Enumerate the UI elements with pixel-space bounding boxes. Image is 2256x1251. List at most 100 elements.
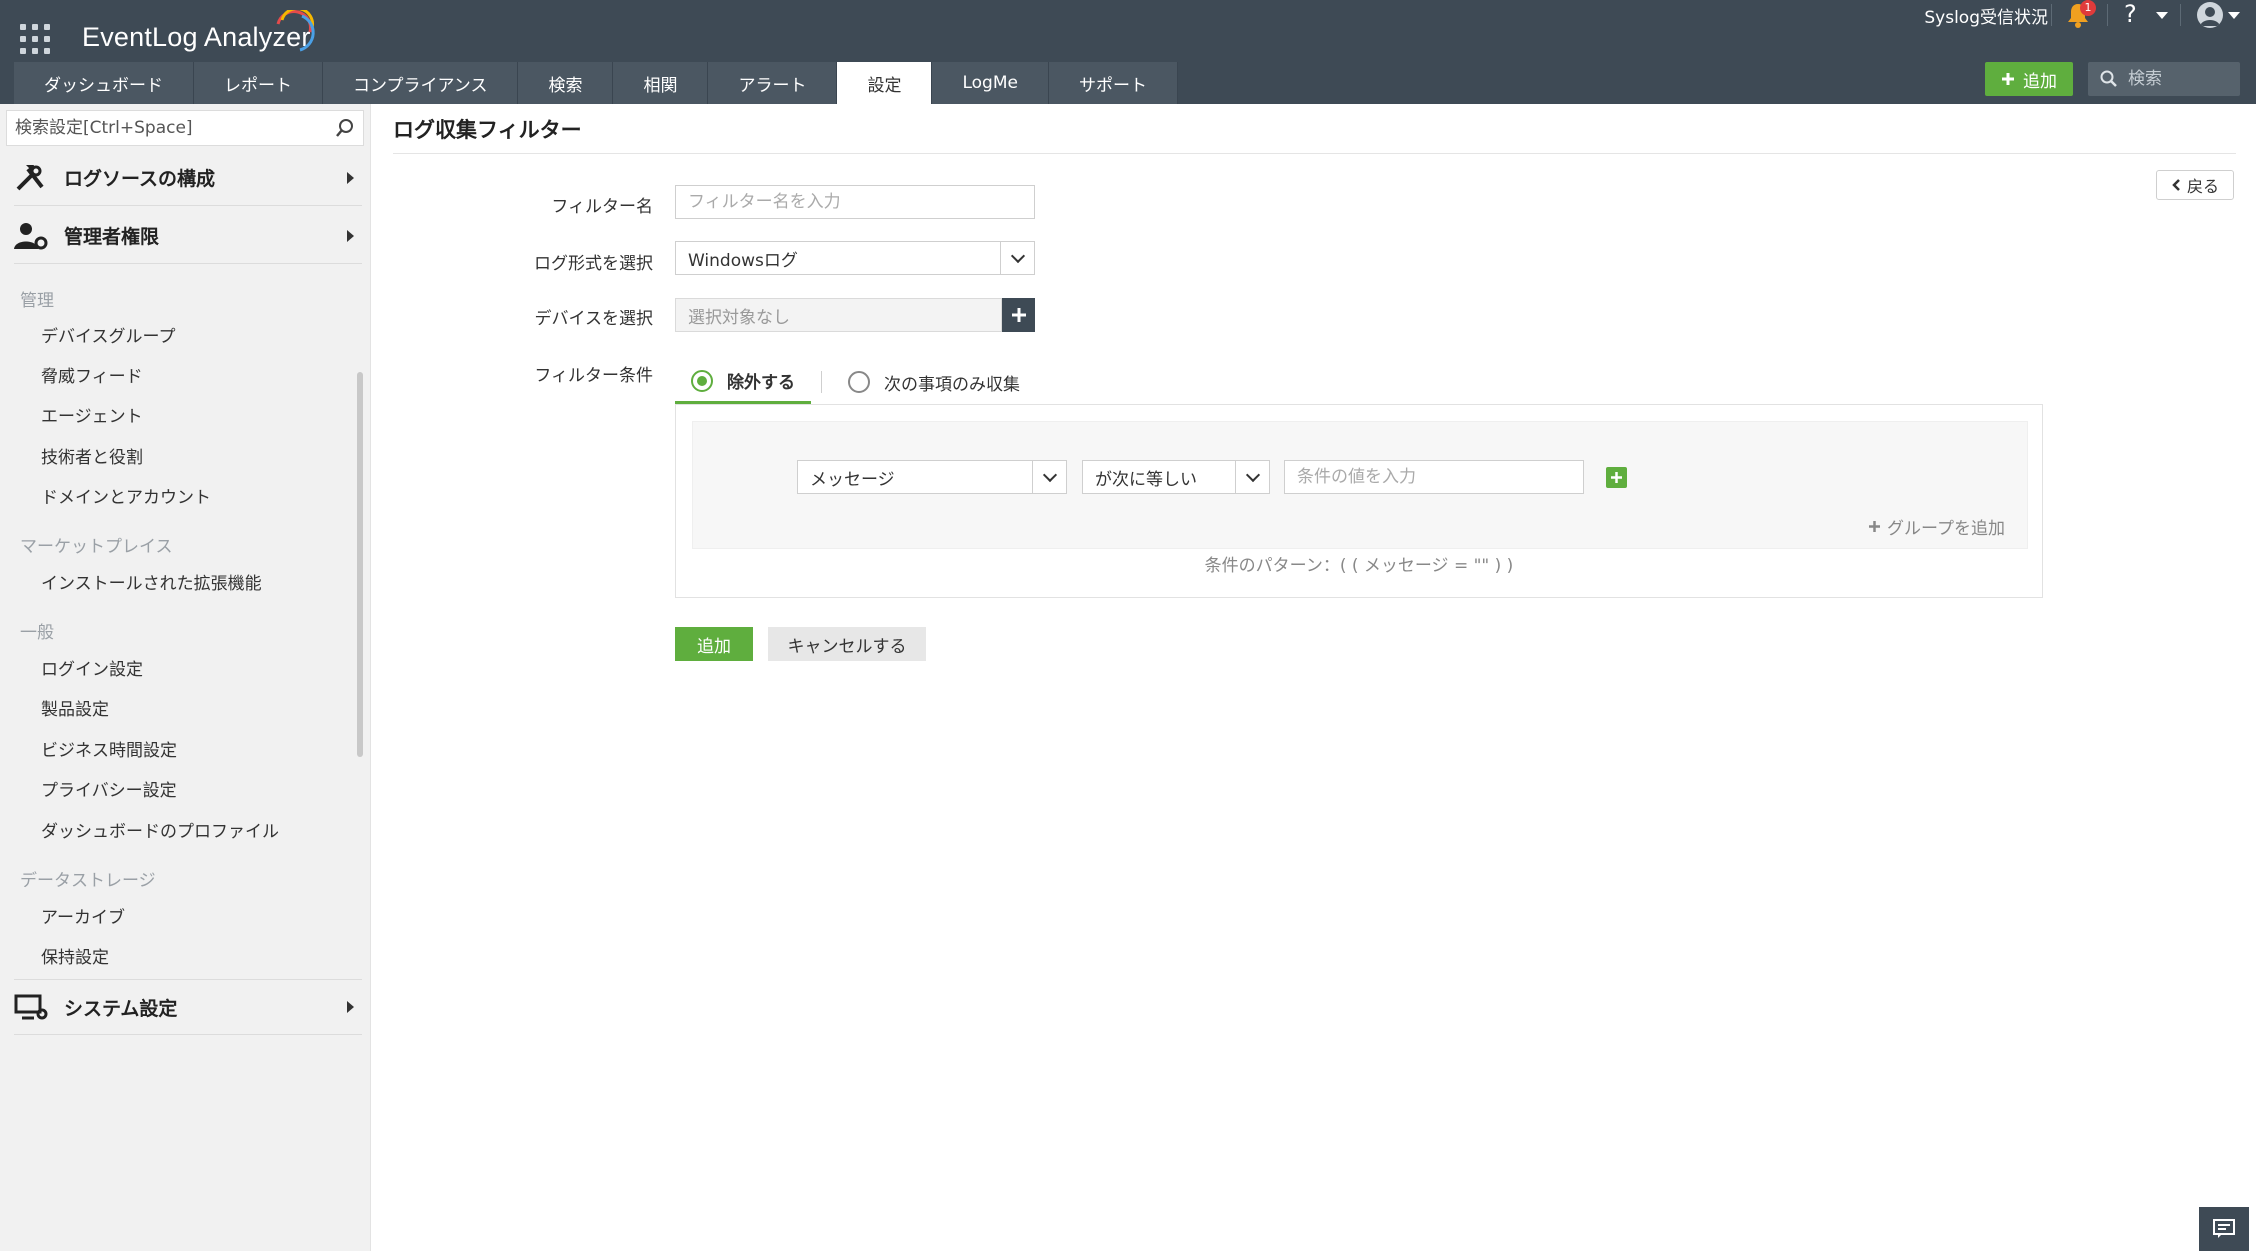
sidebar-item-threat-feeds[interactable]: 脅威フィード: [41, 362, 143, 387]
expand-arrow-icon: [347, 171, 354, 184]
radio-exclude[interactable]: 除外する: [675, 360, 811, 404]
sidebar-section-label: 管理者権限: [64, 226, 160, 248]
condition-operator-value: が次に等しい: [1095, 469, 1197, 490]
condition-operator-select[interactable]: が次に等しい: [1082, 460, 1270, 494]
log-format-value: Windowsログ: [688, 250, 798, 271]
condition-group: メッセージ が次に等しい グループを追加: [692, 421, 2028, 549]
add-device-button[interactable]: [1002, 298, 1035, 332]
apps-grid-icon[interactable]: [20, 24, 50, 54]
page-title: ログ収集フィルター: [393, 118, 582, 142]
plus-icon: [1011, 308, 1026, 322]
sidebar-section-system[interactable]: システム設定: [14, 979, 362, 1035]
sidebar-item-device-groups[interactable]: デバイスグループ: [41, 322, 175, 347]
monitor-gear-icon: [14, 994, 48, 1020]
tab-alerts[interactable]: アラート: [708, 62, 838, 104]
user-gear-icon: [14, 222, 48, 249]
sidebar-section-log-source[interactable]: ログソースの構成: [14, 150, 362, 206]
condition-value-input[interactable]: [1284, 460, 1584, 494]
settings-search-input[interactable]: [15, 118, 335, 138]
search-icon[interactable]: [335, 118, 355, 138]
sidebar-section-admin[interactable]: 管理者権限: [14, 208, 362, 264]
tab-compliance[interactable]: コンプライアンス: [323, 62, 519, 104]
sidebar-category-management: 管理: [20, 291, 54, 311]
cancel-button[interactable]: キャンセルする: [768, 627, 926, 661]
user-menu-caret-icon[interactable]: [2228, 12, 2240, 19]
expand-arrow-icon: [347, 1001, 354, 1013]
notification-badge: 1: [2080, 0, 2096, 16]
syslog-status-link[interactable]: Syslog受信状況: [1924, 3, 2048, 28]
sidebar-category-general: 一般: [20, 623, 54, 643]
back-button[interactable]: 戻る: [2156, 170, 2234, 200]
user-avatar-icon[interactable]: [2197, 2, 2223, 28]
tab-search[interactable]: 検索: [518, 62, 614, 104]
add-group-link[interactable]: グループを追加: [1868, 514, 2005, 539]
chevron-down-icon: [1000, 242, 1034, 274]
sidebar-item-technicians-roles[interactable]: 技術者と役割: [41, 443, 143, 468]
sidebar-category-data-storage: データストレージ: [20, 871, 156, 891]
plus-icon: [1869, 521, 1881, 532]
sidebar-item-dashboard-profiles[interactable]: ダッシュボードのプロファイル: [41, 817, 279, 842]
tab-reports[interactable]: レポート: [194, 62, 323, 104]
sidebar-item-archive[interactable]: アーカイブ: [41, 903, 125, 928]
help-menu-caret-icon[interactable]: [2156, 12, 2168, 19]
top-header: EventLog Analyzer Syslog受信状況 1 ? ダッシュボード…: [0, 0, 2256, 104]
submit-add-button[interactable]: 追加: [675, 627, 753, 661]
radio-divider: [821, 371, 822, 393]
header-search-box[interactable]: [2088, 62, 2240, 96]
radio-include-label: 次の事項のみ収集: [884, 374, 1020, 395]
chevron-left-icon: [2172, 179, 2180, 191]
radio-unchecked-icon: [848, 371, 870, 393]
tab-support[interactable]: サポート: [1048, 62, 1178, 104]
chat-icon[interactable]: [2199, 1207, 2249, 1251]
sidebar-item-login-settings[interactable]: ログイン設定: [41, 655, 143, 680]
radio-include-only[interactable]: 次の事項のみ収集: [832, 360, 1036, 404]
chevron-down-icon: [1032, 461, 1066, 493]
device-label: デバイスを選択: [534, 309, 654, 329]
device-field[interactable]: 選択対象なし: [675, 298, 1002, 332]
filter-name-label: フィルター名: [551, 197, 653, 217]
search-icon: [2100, 70, 2117, 87]
chevron-down-icon: [1235, 461, 1269, 493]
sidebar-item-business-hours[interactable]: ビジネス時間設定: [41, 736, 177, 761]
condition-box: メッセージ が次に等しい グループを追加 条件のパターン：( ( メッセージ =…: [675, 404, 2043, 598]
add-condition-button[interactable]: [1606, 467, 1627, 488]
plus-icon: [1611, 472, 1622, 483]
header-divider: [2107, 4, 2108, 26]
header-divider: [2051, 4, 2052, 26]
add-group-label: グループを追加: [1887, 519, 2005, 539]
back-label: 戻る: [2186, 177, 2219, 196]
filter-mode-radio-group: 除外する 次の事項のみ収集: [675, 360, 1036, 404]
condition-field-select[interactable]: メッセージ: [797, 460, 1067, 494]
filter-name-input[interactable]: [675, 185, 1035, 219]
logo-swoosh-icon: [276, 10, 315, 52]
sidebar-item-domains-accounts[interactable]: ドメインとアカウント: [41, 483, 211, 508]
sidebar-item-retention-settings[interactable]: 保持設定: [41, 943, 109, 968]
main-nav-tabs: ダッシュボード レポート コンプライアンス 検索 相関 アラート 設定 LogM…: [14, 62, 1178, 104]
help-icon[interactable]: ?: [2124, 0, 2137, 28]
settings-sidebar: ログソースの構成 管理者権限 管理 デバイスグループ 脅威フィード エージェント…: [0, 104, 371, 1251]
log-format-label: ログ形式を選択: [534, 254, 653, 274]
tab-dashboard[interactable]: ダッシュボード: [14, 62, 194, 104]
expand-arrow-icon: [347, 229, 354, 242]
sidebar-item-product-settings[interactable]: 製品設定: [41, 695, 109, 720]
header-add-label: 追加: [2023, 71, 2057, 92]
plus-icon: [2002, 73, 2014, 85]
radio-exclude-label: 除外する: [727, 373, 795, 393]
sidebar-item-privacy-settings[interactable]: プライバシー設定: [41, 776, 177, 801]
header-add-button[interactable]: 追加: [1985, 62, 2073, 96]
settings-search-box[interactable]: [6, 110, 364, 146]
sidebar-item-agents[interactable]: エージェント: [41, 402, 143, 427]
tab-settings[interactable]: 設定: [837, 62, 933, 104]
sidebar-section-label: ログソースの構成: [64, 168, 216, 190]
title-divider: [393, 153, 2236, 154]
log-format-select[interactable]: Windowsログ: [675, 241, 1035, 275]
sidebar-scrollbar[interactable]: [357, 372, 363, 757]
tools-icon: [16, 164, 44, 190]
sidebar-category-marketplace: マーケットプレイス: [20, 537, 173, 557]
tab-logme[interactable]: LogMe: [932, 62, 1049, 104]
tab-correlation[interactable]: 相関: [613, 62, 709, 104]
radio-checked-icon: [691, 369, 713, 392]
sidebar-item-installed-extensions[interactable]: インストールされた拡張機能: [41, 569, 262, 594]
header-search-input[interactable]: [2128, 69, 2238, 89]
filter-condition-label: フィルター条件: [534, 366, 653, 386]
